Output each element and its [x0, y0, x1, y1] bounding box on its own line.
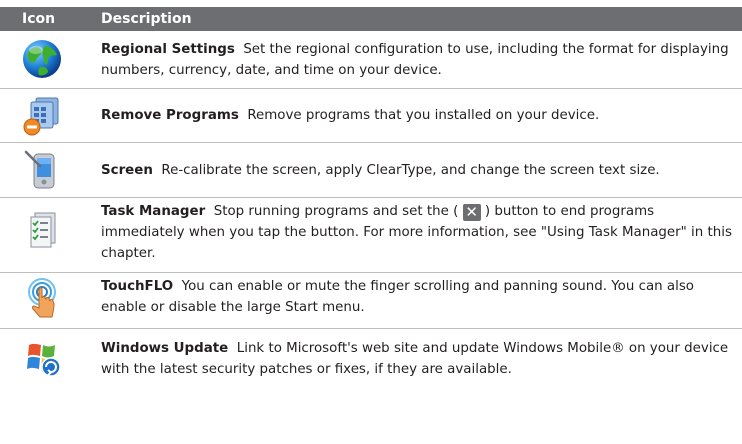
row-description: Screen Re-calibrate the screen, apply Cl…: [101, 160, 734, 181]
row-description: Task Manager Stop running programs and s…: [101, 201, 734, 264]
setting-name: Screen: [101, 163, 153, 178]
icon-column-header: Icon: [22, 11, 56, 27]
globe-icon: [20, 37, 64, 81]
table-row: TouchFLO You can enable or mute the fing…: [0, 273, 742, 329]
row-description: TouchFLO You can enable or mute the fing…: [101, 276, 734, 318]
table-row: Task Manager Stop running programs and s…: [0, 198, 742, 273]
settings-icon-table: Icon Description Regional Settings Set t…: [0, 7, 742, 387]
setting-name: Windows Update: [101, 341, 229, 356]
windows-update-icon: [20, 335, 64, 379]
row-description: Remove Programs Remove programs that you…: [101, 105, 734, 126]
table-row: Screen Re-calibrate the screen, apply Cl…: [0, 143, 742, 198]
setting-name: Remove Programs: [101, 108, 239, 123]
description-column-header: Description: [101, 11, 192, 27]
setting-name: TouchFLO: [101, 279, 174, 294]
touchflo-icon: [20, 276, 64, 320]
setting-name: Regional Settings: [101, 42, 235, 57]
setting-desc-part: Stop running programs and set the (: [213, 204, 459, 219]
row-description: Regional Settings Set the regional confi…: [101, 39, 734, 81]
setting-name: Task Manager: [101, 204, 206, 219]
table-header: Icon Description: [0, 7, 742, 31]
row-description: Windows Update Link to Microsoft's web s…: [101, 338, 734, 380]
setting-desc: Re-calibrate the screen, apply ClearType…: [161, 163, 660, 178]
close-button-glyph: ✕: [462, 204, 481, 221]
task-manager-icon: [20, 209, 64, 253]
table-row: Windows Update Link to Microsoft's web s…: [0, 329, 742, 387]
table-row: Regional Settings Set the regional confi…: [0, 31, 742, 89]
setting-desc: Remove programs that you installed on yo…: [247, 108, 600, 123]
remove-programs-icon: [20, 94, 64, 138]
setting-desc: You can enable or mute the finger scroll…: [101, 279, 694, 315]
table-row: Remove Programs Remove programs that you…: [0, 89, 742, 143]
screen-stylus-icon: [20, 148, 64, 192]
